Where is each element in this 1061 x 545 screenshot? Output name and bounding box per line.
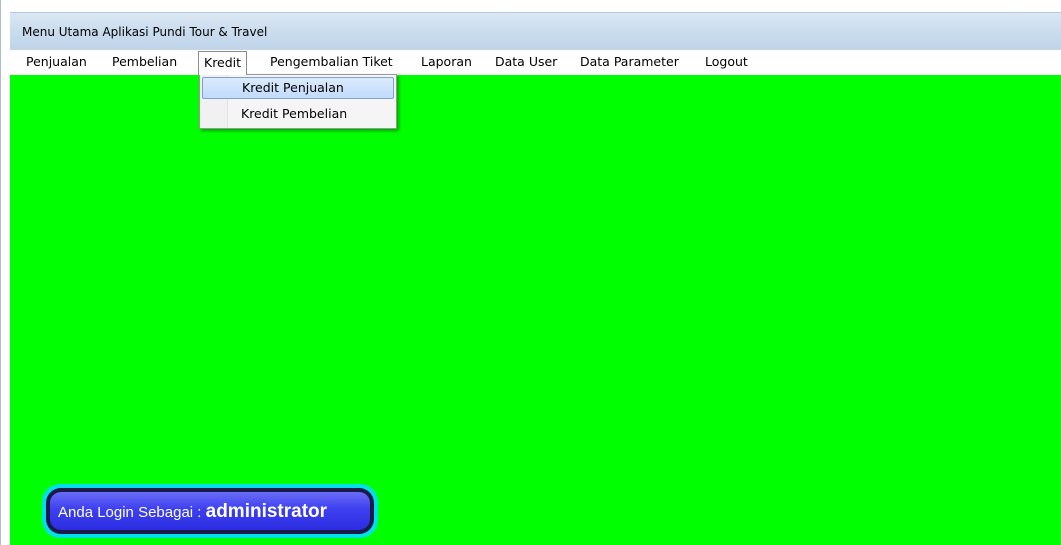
title-bar[interactable]: Menu Utama Aplikasi Pundi Tour & Travel bbox=[10, 12, 1061, 50]
main-content-area bbox=[10, 75, 1061, 545]
menu-penjualan[interactable]: Penjualan bbox=[26, 51, 87, 73]
login-status-text: Anda Login Sebagai : administrator bbox=[58, 501, 327, 523]
menu-bar: Penjualan Pembelian Kredit Pengembalian … bbox=[10, 50, 1061, 75]
window-title: Menu Utama Aplikasi Pundi Tour & Travel bbox=[22, 25, 268, 39]
menu-data-parameter[interactable]: Data Parameter bbox=[580, 51, 679, 73]
menu-item-kredit-penjualan[interactable]: Kredit Penjualan bbox=[202, 77, 394, 99]
menu-pengembalian-tiket[interactable]: Pengembalian Tiket bbox=[270, 51, 393, 73]
login-username: administrator bbox=[205, 501, 328, 522]
main-window: Menu Utama Aplikasi Pundi Tour & Travel … bbox=[0, 0, 1061, 545]
menu-laporan[interactable]: Laporan bbox=[421, 51, 472, 73]
login-status-badge: Anda Login Sebagai : administrator bbox=[42, 484, 378, 538]
login-badge-panel: Anda Login Sebagai : administrator bbox=[50, 492, 370, 530]
login-badge-border: Anda Login Sebagai : administrator bbox=[46, 488, 374, 534]
menu-pembelian[interactable]: Pembelian bbox=[112, 51, 177, 73]
menu-data-user[interactable]: Data User bbox=[495, 51, 557, 73]
menu-kredit[interactable]: Kredit bbox=[198, 51, 248, 75]
menu-logout[interactable]: Logout bbox=[705, 51, 748, 73]
login-label: Anda Login Sebagai : bbox=[58, 504, 206, 521]
kredit-dropdown-menu: Kredit Penjualan Kredit Pembelian bbox=[199, 74, 397, 129]
menu-item-kredit-pembelian[interactable]: Kredit Pembelian bbox=[202, 103, 394, 125]
